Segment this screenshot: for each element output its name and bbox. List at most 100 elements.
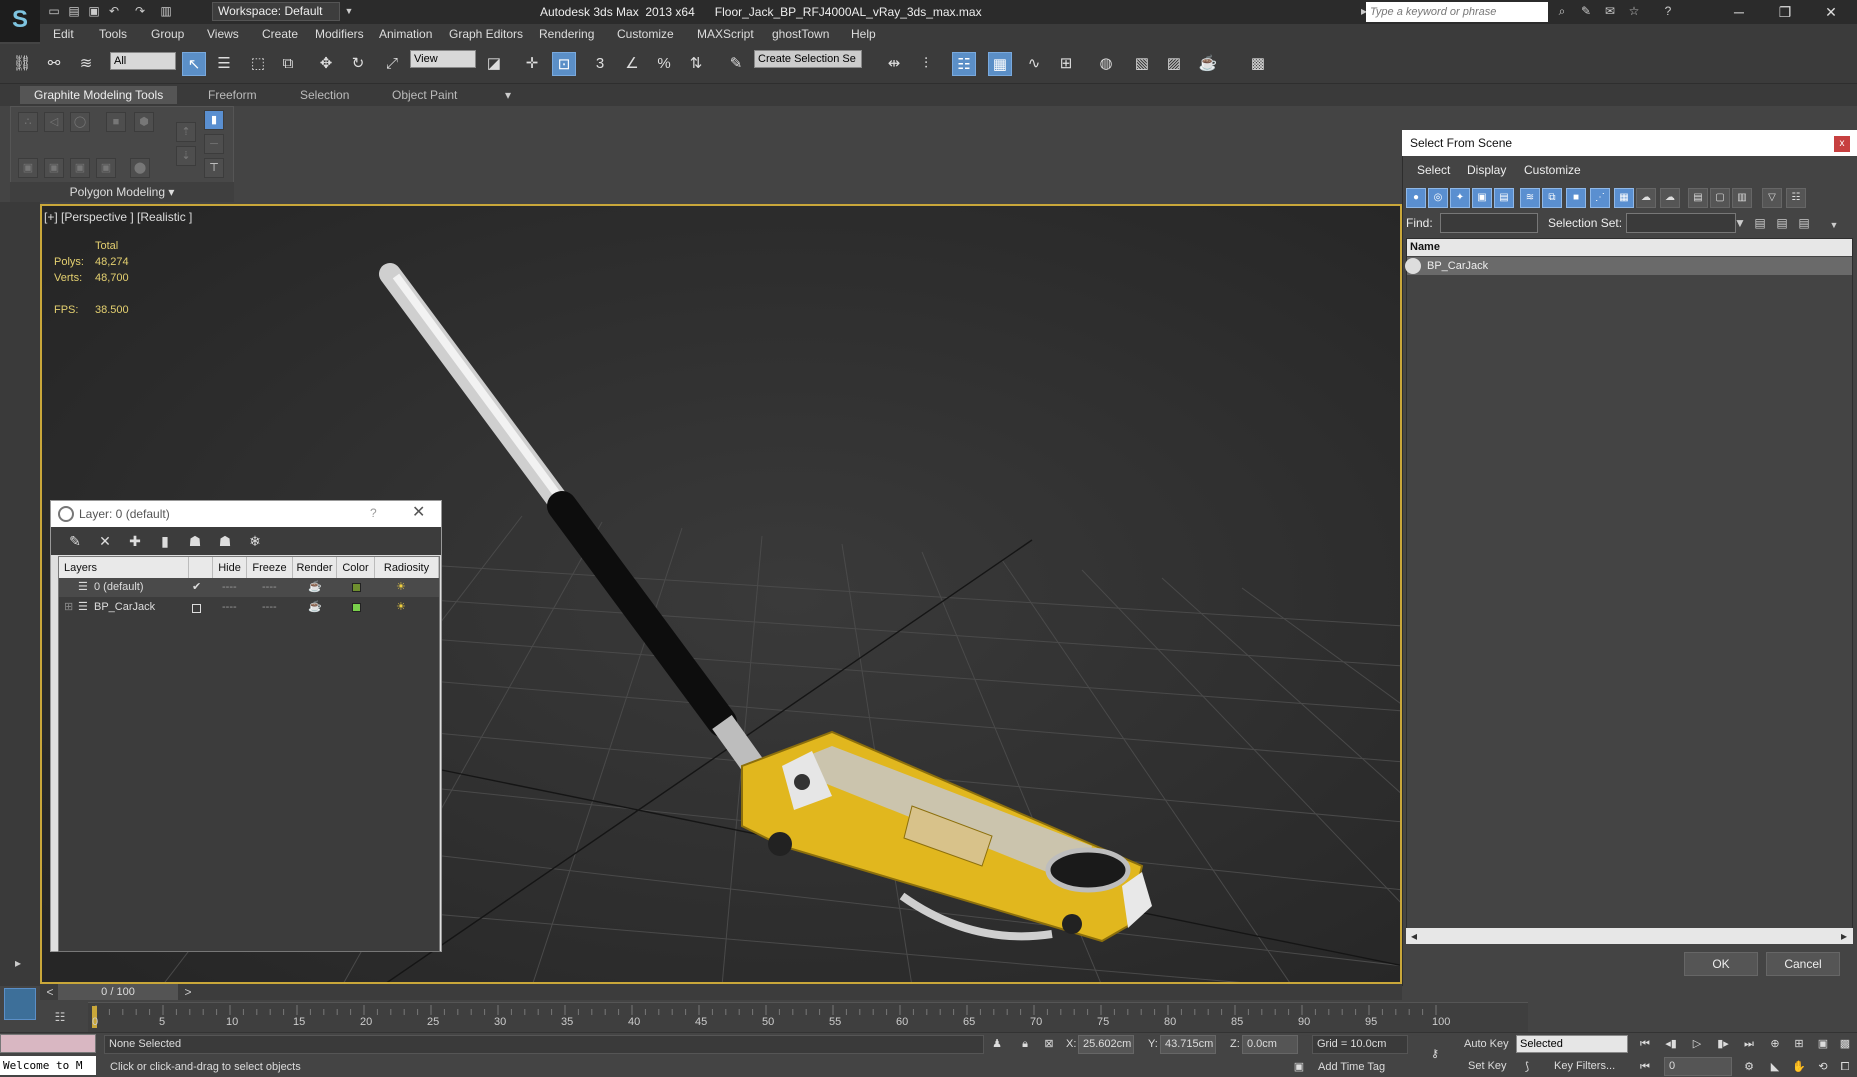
zoom-extents-all-icon[interactable]: ▩ xyxy=(1834,1035,1856,1053)
display-frozen-icon[interactable]: ☁ xyxy=(1636,188,1656,208)
window-crossing-icon[interactable]: ⧉ xyxy=(276,52,300,76)
ok-button[interactable]: OK xyxy=(1684,952,1758,976)
maximize-viewport-icon[interactable]: ⧠ xyxy=(1834,1058,1856,1076)
tab-graphite-modeling-tools[interactable]: Graphite Modeling Tools xyxy=(20,86,178,104)
collapse-stack-icon[interactable]: ▣ xyxy=(44,158,64,178)
field-of-view-icon[interactable]: ◣ xyxy=(1764,1058,1786,1076)
mini-curve-editor-icon[interactable] xyxy=(4,988,36,1020)
angle-snap-icon[interactable]: ∠ xyxy=(620,52,644,76)
display-cameras-icon[interactable]: ▣ xyxy=(1472,188,1492,208)
selection-set-dropdown[interactable] xyxy=(1626,213,1736,233)
set-key-button[interactable]: Set Key xyxy=(1468,1057,1507,1076)
horizontal-scrollbar[interactable] xyxy=(1406,928,1853,944)
orbit-icon[interactable]: ⟲ xyxy=(1812,1058,1834,1076)
maxscript-output[interactable]: Welcome to M xyxy=(0,1056,96,1075)
play-icon[interactable]: ▷ xyxy=(1686,1035,1708,1053)
previous-frame-icon[interactable]: < xyxy=(42,985,58,1000)
sfs-menu-display[interactable]: Display xyxy=(1467,161,1506,179)
curve-editor-icon[interactable]: ∿ xyxy=(1022,52,1046,76)
display-bones-icon[interactable]: ⋰ xyxy=(1590,188,1610,208)
current-layer-checkbox[interactable] xyxy=(192,604,201,613)
display-lights-icon[interactable]: ✦ xyxy=(1450,188,1470,208)
spinner-snap-icon[interactable]: ⇅ xyxy=(684,52,708,76)
display-shapes-icon[interactable]: ◎ xyxy=(1428,188,1448,208)
previous-key-icon[interactable]: ◂▮ xyxy=(1660,1035,1682,1053)
restore-icon[interactable]: ❐ xyxy=(1762,0,1808,24)
show-end-result-icon[interactable]: ▣ xyxy=(96,158,116,178)
layer-name[interactable]: 0 (default) xyxy=(94,578,144,597)
vertex-icon[interactable]: ∴ xyxy=(18,112,38,132)
bind-space-warp-icon[interactable]: ≋ xyxy=(74,52,98,76)
column-radiosity[interactable]: Radiosity xyxy=(375,557,439,579)
display-helpers-icon[interactable]: ▤ xyxy=(1494,188,1514,208)
selection-filter-dropdown[interactable]: All xyxy=(110,52,176,70)
x-coordinate-field[interactable]: 25.602cm xyxy=(1078,1035,1134,1054)
polygon-modeling-dropdown[interactable]: Polygon Modeling ▾ xyxy=(10,182,234,202)
go-to-start-icon[interactable]: ⏮ xyxy=(1634,1035,1656,1053)
tab-object-paint[interactable]: Object Paint xyxy=(378,86,471,104)
redo-icon[interactable]: ↷ xyxy=(132,4,148,19)
display-none-icon[interactable]: ▢ xyxy=(1710,188,1730,208)
minimize-icon[interactable]: ─ xyxy=(1716,0,1762,24)
display-groups-icon[interactable]: ⧉ xyxy=(1542,188,1562,208)
radiosity-icon[interactable]: ☀ xyxy=(396,598,406,617)
material-editor-icon[interactable]: ◍ xyxy=(1094,52,1118,76)
select-invert-icon[interactable]: ▤ xyxy=(1796,216,1812,231)
highlight-selected-layer-icon[interactable]: ☗ xyxy=(184,531,206,551)
scale-icon[interactable]: ⤢ xyxy=(380,52,404,76)
add-time-tag-button[interactable]: Add Time Tag xyxy=(1318,1058,1385,1077)
chevron-down-icon[interactable]: ▼ xyxy=(1732,216,1748,231)
close-icon[interactable]: x xyxy=(1834,136,1850,152)
menu-help[interactable]: Help xyxy=(851,24,876,44)
viewport-label[interactable]: [+] [Perspective ] [Realistic ] xyxy=(44,210,192,224)
render-setup-icon[interactable]: ▧ xyxy=(1130,52,1154,76)
graphite-toggle-icon[interactable]: ▦ xyxy=(988,52,1012,76)
key-icon[interactable]: ⚷ xyxy=(1424,1045,1446,1063)
select-none-icon[interactable]: ▤ xyxy=(1774,216,1790,231)
key-filters-button[interactable]: Key Filters... xyxy=(1554,1057,1615,1076)
hide-all-layers-icon[interactable]: ☗ xyxy=(214,531,236,551)
lock-icon[interactable]: 🔒︎ xyxy=(1014,1035,1036,1053)
menu-graph-editors[interactable]: Graph Editors xyxy=(449,24,523,44)
workspace-dropdown[interactable]: Workspace: Default xyxy=(212,2,340,21)
tab-selection[interactable]: Selection xyxy=(286,86,363,104)
display-containers-icon[interactable]: ▦ xyxy=(1614,188,1634,208)
layer-color-swatch[interactable] xyxy=(352,583,361,592)
next-modifier-icon[interactable]: ⇣ xyxy=(176,146,196,166)
scroll-right-icon[interactable]: ▸ xyxy=(1836,929,1852,944)
menu-rendering[interactable]: Rendering xyxy=(539,24,594,44)
display-all-icon[interactable]: ▤ xyxy=(1688,188,1708,208)
align-icon[interactable]: ⫶ xyxy=(914,52,938,76)
display-xrefs-icon[interactable]: ■ xyxy=(1566,188,1586,208)
zoom-icon[interactable]: ⊕ xyxy=(1764,1035,1786,1053)
layer-manager-icon[interactable]: ☷ xyxy=(952,52,976,76)
key-mode-dropdown[interactable]: Selected xyxy=(1516,1035,1628,1053)
layer-freeze-value[interactable]: ---- xyxy=(262,578,277,597)
close-icon[interactable]: ✕ xyxy=(412,502,425,522)
current-frame-field[interactable]: 0 xyxy=(1664,1057,1732,1076)
auto-key-button[interactable]: Auto Key xyxy=(1464,1035,1509,1054)
keyboard-shortcut-override-icon[interactable]: ⊡ xyxy=(552,52,576,76)
render-teapot-icon[interactable]: ☕ xyxy=(308,598,322,617)
go-to-end-icon[interactable]: ⏭ xyxy=(1738,1035,1760,1053)
select-all-icon[interactable]: ▤ xyxy=(1752,216,1768,231)
display-invert-icon[interactable]: ▥ xyxy=(1732,188,1752,208)
checker-icon[interactable]: ▩ xyxy=(1246,52,1270,76)
menu-animation[interactable]: Animation xyxy=(379,24,432,44)
menu-group[interactable]: Group xyxy=(151,24,184,44)
save-file-icon[interactable]: ▣ xyxy=(86,4,102,19)
find-input[interactable] xyxy=(1440,213,1538,233)
sfs-menu-select[interactable]: Select xyxy=(1417,161,1450,179)
close-icon[interactable]: ✕ xyxy=(1808,0,1854,24)
column-render[interactable]: Render xyxy=(293,557,337,579)
display-geometry-icon[interactable]: ● xyxy=(1406,188,1426,208)
time-configuration-icon[interactable]: ⚙ xyxy=(1738,1058,1760,1076)
element-icon[interactable]: ⬢ xyxy=(134,112,154,132)
modify-mode-icon[interactable]: ▣ xyxy=(18,158,38,178)
help-icon[interactable]: ? xyxy=(1660,4,1676,19)
maxscript-listener-input[interactable] xyxy=(0,1034,96,1053)
track-bar-icon[interactable]: ☷ xyxy=(52,1010,68,1025)
previous-modifier-icon[interactable]: ⇡ xyxy=(176,122,196,142)
column-freeze[interactable]: Freeze xyxy=(247,557,293,579)
communication-icon[interactable]: ✉ xyxy=(1602,4,1618,19)
